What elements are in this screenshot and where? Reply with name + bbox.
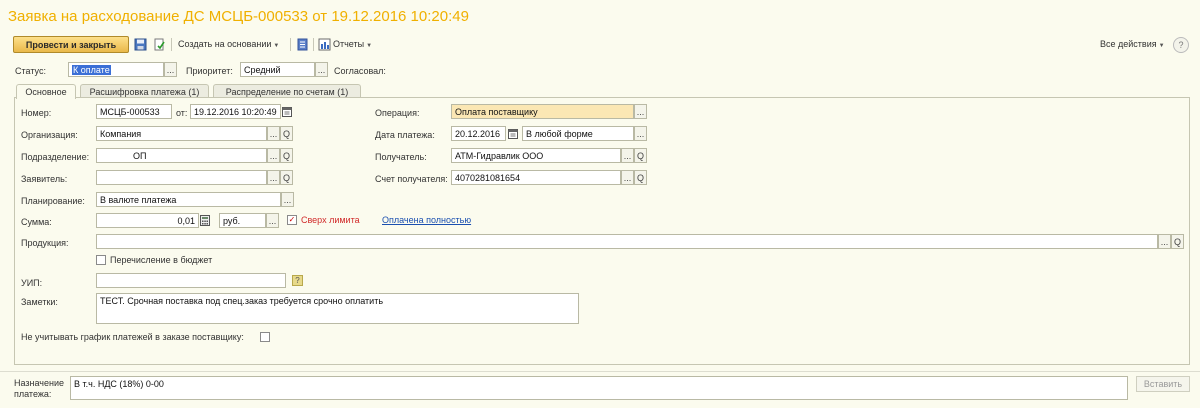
insert-button[interactable]: Вставить xyxy=(1136,376,1190,392)
organization-select-button[interactable]: ... xyxy=(267,126,280,141)
tab-main[interactable]: Основное xyxy=(16,84,76,99)
sum-label: Сумма: xyxy=(21,217,52,227)
tab-payment-details[interactable]: Расшифровка платежа (1) xyxy=(80,84,209,98)
priority-label: Приоритет: xyxy=(186,66,233,76)
organization-label: Организация: xyxy=(21,130,78,140)
all-actions-label: Все действия xyxy=(1100,39,1157,49)
paid-fully-link[interactable]: Оплачена полностью xyxy=(382,215,471,225)
status-label: Статус: xyxy=(15,66,46,76)
applicant-field[interactable] xyxy=(96,170,267,185)
uip-help-icon[interactable]: ? xyxy=(292,275,303,286)
recipient-search-icon[interactable]: Q xyxy=(634,148,647,163)
organization-search-icon[interactable]: Q xyxy=(280,126,293,141)
product-field[interactable] xyxy=(96,234,1158,249)
subdivision-select-button[interactable]: ... xyxy=(267,148,280,163)
all-actions-menu[interactable]: Все действия ▼ xyxy=(1100,39,1165,49)
calculator-icon[interactable] xyxy=(200,215,210,226)
status-select-button[interactable]: ... xyxy=(164,62,177,77)
from-label: от: xyxy=(176,108,188,118)
list-icon[interactable] xyxy=(296,38,309,51)
number-label: Номер: xyxy=(21,108,52,118)
applicant-label: Заявитель: xyxy=(21,174,68,184)
uip-label: УИП: xyxy=(21,278,43,288)
subdivision-field[interactable]: ОП xyxy=(96,148,267,163)
reports-icon[interactable] xyxy=(318,38,331,51)
notes-label: Заметки: xyxy=(21,297,58,307)
currency-field[interactable]: руб. xyxy=(219,213,266,228)
create-based-on-label: Создать на основании xyxy=(178,39,272,49)
toolbar-separator xyxy=(313,38,314,51)
approved-label: Согласовал: xyxy=(334,66,386,76)
toolbar: Провести и закрыть Создать на основании ▼… xyxy=(0,34,1200,54)
post-and-close-button[interactable]: Провести и закрыть xyxy=(13,36,129,53)
save-icon[interactable] xyxy=(134,38,147,51)
reports-label: Отчеты xyxy=(333,39,365,49)
payment-form-field[interactable]: В любой форме xyxy=(522,126,634,141)
uip-field[interactable] xyxy=(96,273,286,288)
payment-date-field[interactable]: 20.12.2016 xyxy=(451,126,506,141)
recipient-label: Получатель: xyxy=(375,152,427,162)
subdivision-label: Подразделение: xyxy=(21,152,90,162)
organization-field[interactable]: Компания xyxy=(96,126,267,141)
number-field[interactable]: МСЦБ-000533 xyxy=(96,104,172,119)
chevron-down-icon: ▼ xyxy=(366,43,373,49)
payment-form-select-button[interactable]: ... xyxy=(634,126,647,141)
applicant-select-button[interactable]: ... xyxy=(267,170,280,185)
recipient-account-select-button[interactable]: ... xyxy=(621,170,634,185)
operation-field[interactable]: Оплата поставщику xyxy=(451,104,634,119)
chevron-down-icon: ▼ xyxy=(273,43,280,49)
operation-select-button[interactable]: ... xyxy=(634,104,647,119)
calendar-icon[interactable] xyxy=(508,128,518,139)
date-field[interactable]: 19.12.2016 10:20:49 xyxy=(190,104,281,119)
planning-select-button[interactable]: ... xyxy=(281,192,294,207)
currency-select-button[interactable]: ... xyxy=(266,213,279,228)
sum-field[interactable]: 0,01 xyxy=(96,213,199,228)
priority-field[interactable]: Средний xyxy=(240,62,315,77)
toolbar-separator xyxy=(171,38,172,51)
payment-purpose-label-1: Назначение xyxy=(14,378,65,388)
priority-select-button[interactable]: ... xyxy=(315,62,328,77)
recipient-account-field[interactable]: 4070281081654 xyxy=(451,170,621,185)
toolbar-separator xyxy=(290,38,291,51)
help-button[interactable]: ? xyxy=(1173,37,1189,53)
window-title: Заявка на расходование ДС МСЦБ-000533 от… xyxy=(8,8,469,25)
ignore-schedule-checkbox[interactable] xyxy=(260,332,270,342)
status-field[interactable]: К оплате xyxy=(68,62,164,77)
product-select-button[interactable]: ... xyxy=(1158,234,1171,249)
post-document-icon[interactable] xyxy=(153,38,166,51)
operation-label: Операция: xyxy=(375,108,420,118)
reports-menu[interactable]: Отчеты ▼ xyxy=(333,39,372,49)
product-search-icon[interactable]: Q xyxy=(1171,234,1184,249)
subdivision-search-icon[interactable]: Q xyxy=(280,148,293,163)
payment-date-label: Дата платежа: xyxy=(375,130,435,140)
footer-divider xyxy=(0,371,1200,372)
over-limit-label: Сверх лимита xyxy=(301,215,360,225)
create-based-on-menu[interactable]: Создать на основании ▼ xyxy=(178,39,279,49)
budget-transfer-label: Перечисление в бюджет xyxy=(110,255,213,265)
chevron-down-icon: ▼ xyxy=(1158,43,1165,49)
payment-purpose-field[interactable]: В т.ч. НДС (18%) 0-00 xyxy=(70,376,1128,400)
status-value: К оплате xyxy=(72,65,111,75)
recipient-select-button[interactable]: ... xyxy=(621,148,634,163)
payment-purpose-label-2: платежа: xyxy=(14,389,52,399)
notes-field[interactable]: ТЕСТ. Срочная поставка под спец.заказ тр… xyxy=(96,293,579,324)
product-label: Продукция: xyxy=(21,238,69,248)
applicant-search-icon[interactable]: Q xyxy=(280,170,293,185)
recipient-field[interactable]: АТМ-Гидравлик ООО xyxy=(451,148,621,163)
planning-field[interactable]: В валюте платежа xyxy=(96,192,281,207)
planning-label: Планирование: xyxy=(21,196,85,206)
recipient-account-label: Счет получателя: xyxy=(375,174,448,184)
budget-transfer-checkbox[interactable] xyxy=(96,255,106,265)
calendar-icon[interactable] xyxy=(282,106,292,117)
ignore-schedule-label: Не учитывать график платежей в заказе по… xyxy=(21,332,244,342)
tab-account-distribution[interactable]: Распределение по счетам (1) xyxy=(213,84,361,98)
recipient-account-search-icon[interactable]: Q xyxy=(634,170,647,185)
over-limit-checkbox[interactable]: ✓ xyxy=(287,215,297,225)
